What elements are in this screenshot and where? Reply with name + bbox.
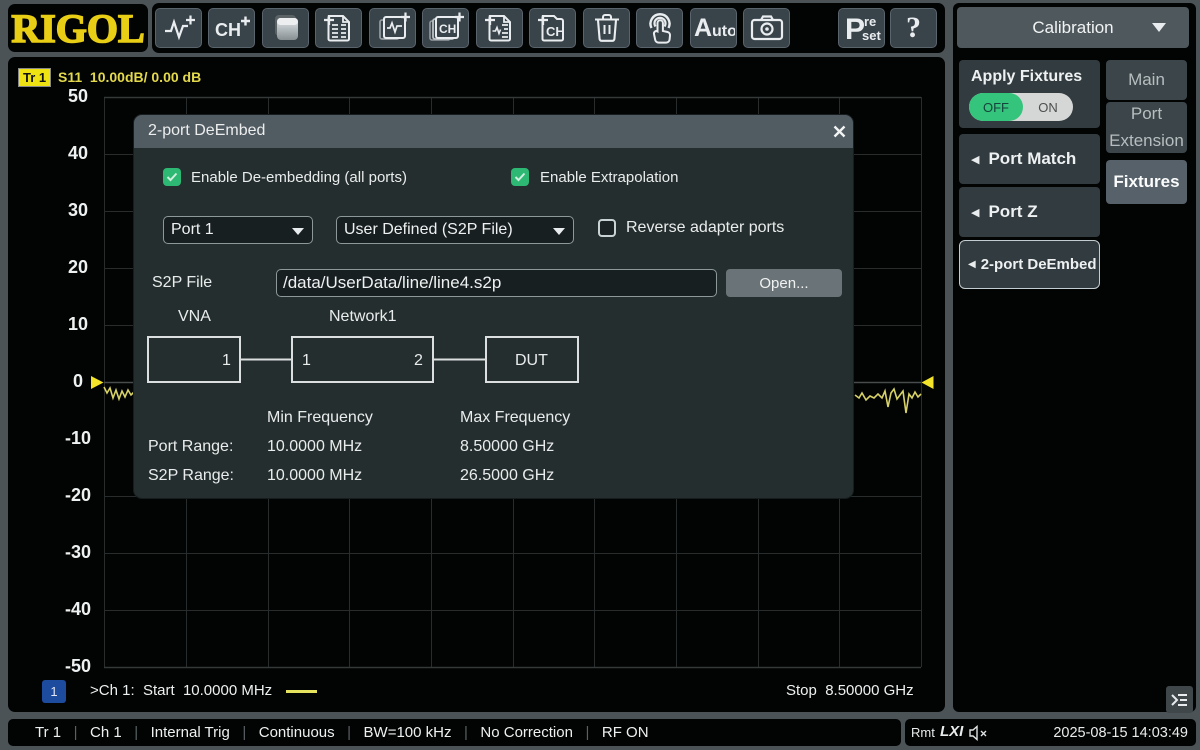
svg-text:CH: CH (546, 24, 565, 39)
svg-text:CH: CH (439, 22, 456, 36)
svg-text:set: set (862, 28, 881, 43)
svg-text:RIGOL: RIGOL (11, 6, 144, 50)
svg-text:uto: uto (712, 23, 735, 40)
svg-text:2: 2 (414, 352, 423, 369)
svg-text:1: 1 (302, 352, 311, 369)
svg-text:1: 1 (222, 352, 231, 369)
svg-text:re: re (864, 14, 876, 29)
svg-text:DUT: DUT (515, 352, 548, 369)
svg-text:A: A (694, 14, 712, 42)
svg-text:CH: CH (215, 20, 241, 40)
